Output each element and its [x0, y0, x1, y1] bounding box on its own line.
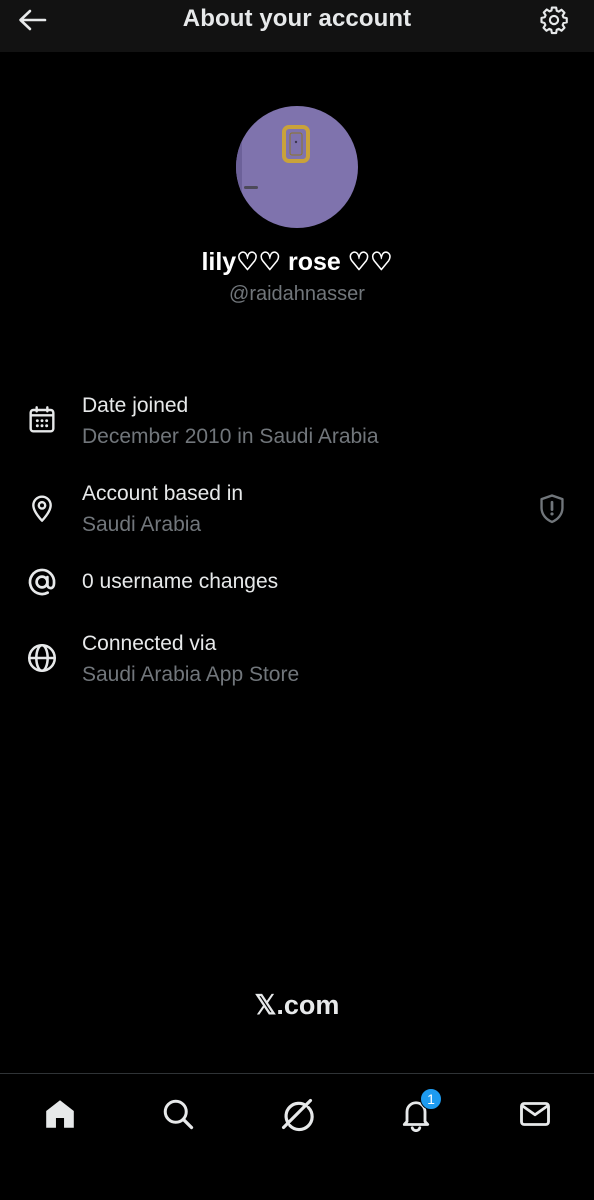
top-bar: About your account: [0, 0, 594, 52]
account-info-list: Date joined December 2010 in Saudi Arabi…: [0, 390, 594, 708]
date-joined-label: Date joined: [82, 394, 189, 417]
avatar[interactable]: [236, 106, 358, 228]
grok-icon: [281, 1098, 314, 1132]
back-button[interactable]: [16, 6, 48, 34]
x-dot-com-brand: 𝕏.com: [254, 990, 340, 1020]
connected-via-value: Saudi Arabia App Store: [82, 663, 300, 686]
at-sign-icon: [24, 564, 60, 600]
account-based-in-label: Account based in: [82, 482, 244, 505]
display-name: lily♡♡ rose ♡♡: [201, 248, 393, 276]
gear-icon: [540, 6, 568, 35]
tab-home[interactable]: [40, 1094, 80, 1134]
calendar-icon: [24, 402, 60, 438]
connected-via-row: Connected via Saudi Arabia App Store: [0, 628, 594, 708]
profile-section: lily♡♡ rose ♡♡ @raidahnasser: [0, 106, 594, 306]
mail-icon: [520, 1102, 550, 1126]
notification-badge: 1: [420, 1088, 442, 1110]
shield-icon: [540, 494, 564, 524]
tab-search[interactable]: [158, 1094, 198, 1134]
account-based-in-value: Saudi Arabia: [82, 513, 202, 536]
location-pin-icon: [24, 490, 60, 526]
settings-button[interactable]: [538, 4, 570, 36]
home-icon: [46, 1100, 74, 1128]
search-icon: [163, 1099, 194, 1130]
shield-info-button[interactable]: [536, 492, 568, 526]
date-joined-row: Date joined December 2010 in Saudi Arabi…: [0, 390, 594, 478]
date-joined-value: December 2010 in Saudi Arabia: [82, 425, 379, 448]
arrow-left-icon: [19, 9, 47, 31]
username-changes-label: 0 username changes: [82, 570, 279, 593]
avatar-door-edge: [236, 106, 242, 228]
tab-grok[interactable]: [277, 1094, 317, 1134]
tab-notifications[interactable]: 1: [396, 1088, 442, 1134]
account-based-in-row: Account based in Saudi Arabia: [0, 478, 594, 566]
picture-frame-icon: [282, 125, 310, 163]
globe-icon: [24, 640, 60, 676]
bottom-tab-bar: 1: [0, 1073, 594, 1200]
avatar-door-knob: [244, 186, 258, 189]
page-title: About your account: [182, 5, 412, 32]
username-handle: @raidahnasser: [229, 283, 365, 305]
username-changes-row: 0 username changes: [0, 566, 594, 628]
tab-messages[interactable]: [515, 1094, 555, 1134]
connected-via-label: Connected via: [82, 632, 217, 655]
